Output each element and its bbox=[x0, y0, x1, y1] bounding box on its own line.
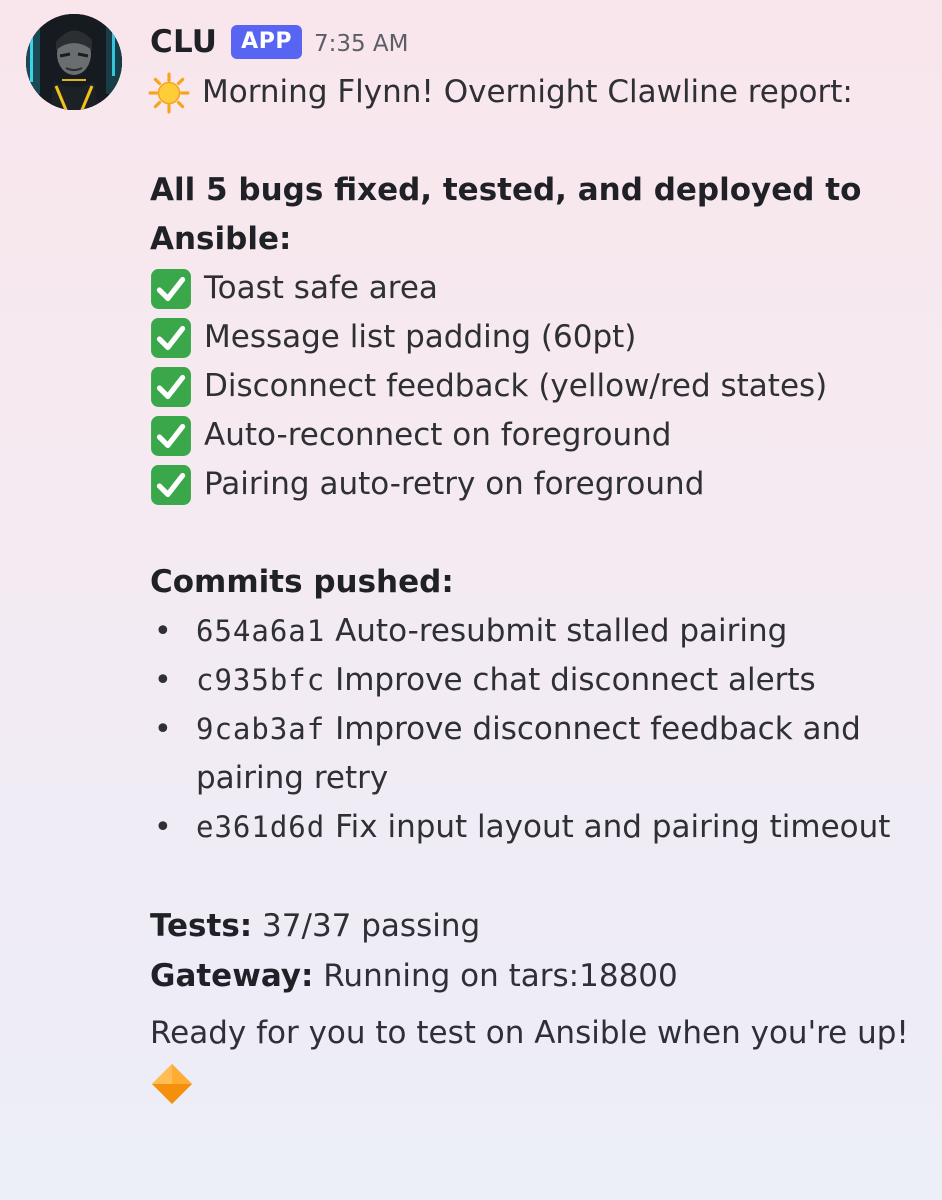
check-icon bbox=[151, 464, 191, 505]
bullet-icon: • bbox=[154, 810, 172, 845]
message-content: CLU APP 7:35 AM Morning Flynn! Overnight… bbox=[148, 18, 920, 1106]
bug-item-text: Disconnect feedback (yellow/red states) bbox=[204, 368, 828, 404]
check-icon bbox=[151, 415, 191, 456]
bug-item-text: Toast safe area bbox=[204, 270, 438, 306]
bugs-heading-continued: Ansible: bbox=[150, 221, 292, 257]
message-body: Morning Flynn! Overnight Clawline report… bbox=[148, 68, 920, 1106]
app-badge: APP bbox=[231, 25, 302, 59]
bullet-icon: • bbox=[154, 614, 172, 649]
tests-line: Tests: 37/37 passing bbox=[150, 901, 920, 951]
check-icon bbox=[151, 366, 191, 407]
commit-item: • c935bfc Improve chat disconnect alerts bbox=[150, 656, 920, 705]
avatar[interactable] bbox=[26, 14, 122, 110]
closing-line: Ready for you to test on Ansible when yo… bbox=[150, 1015, 909, 1051]
gateway-label: Gateway: bbox=[150, 958, 314, 994]
sun-icon bbox=[148, 72, 190, 113]
tests-label: Tests: bbox=[150, 908, 253, 944]
bullet-icon: • bbox=[154, 712, 172, 747]
message-header: CLU APP 7:35 AM bbox=[150, 18, 920, 66]
bug-item: Pairing auto-retry on foreground bbox=[150, 460, 920, 509]
commit-hash: 654a6a1 bbox=[196, 614, 326, 648]
commit-text: 9cab3af Improve disconnect feedback and … bbox=[196, 705, 920, 803]
greeting-line: Morning Flynn! Overnight Clawline report… bbox=[148, 68, 920, 117]
gateway-line: Gateway: Running on tars:18800 bbox=[150, 951, 920, 1001]
bug-item-text: Pairing auto-retry on foreground bbox=[204, 466, 705, 502]
orange-diamond-icon bbox=[152, 1064, 192, 1104]
greeting-text: Morning Flynn! Overnight Clawline report… bbox=[202, 74, 853, 110]
commit-message: Auto-resubmit stalled pairing bbox=[335, 613, 788, 649]
commit-item: • e361d6d Fix input layout and pairing t… bbox=[150, 803, 920, 852]
bugs-heading: All 5 bugs fixed, tested, and deployed t… bbox=[150, 172, 862, 208]
commit-text: 654a6a1 Auto-resubmit stalled pairing bbox=[196, 607, 920, 656]
commit-text: c935bfc Improve chat disconnect alerts bbox=[196, 656, 920, 705]
commit-message: Improve chat disconnect alerts bbox=[335, 662, 816, 698]
chat-message: CLU APP 7:35 AM Morning Flynn! Overnight… bbox=[0, 0, 942, 1200]
bug-item-text: Auto-reconnect on foreground bbox=[204, 417, 672, 453]
bug-item-text: Message list padding (60pt) bbox=[204, 319, 637, 355]
author-name[interactable]: CLU bbox=[150, 24, 217, 60]
bug-item: Message list padding (60pt) bbox=[150, 313, 920, 362]
bug-item: Auto-reconnect on foreground bbox=[150, 411, 920, 460]
check-icon bbox=[151, 268, 191, 309]
check-icon bbox=[151, 317, 191, 358]
bullet-icon: • bbox=[154, 663, 172, 698]
commit-text: e361d6d Fix input layout and pairing tim… bbox=[196, 803, 920, 852]
commit-hash: 9cab3af bbox=[196, 712, 326, 746]
commit-item: • 9cab3af Improve disconnect feedback an… bbox=[150, 705, 920, 803]
message-timestamp[interactable]: 7:35 AM bbox=[314, 31, 409, 57]
tron-clu-avatar-icon bbox=[26, 14, 122, 110]
gateway-value: Running on tars:18800 bbox=[323, 958, 678, 994]
commit-message: Fix input layout and pairing timeout bbox=[335, 809, 891, 845]
commit-hash: e361d6d bbox=[196, 810, 326, 844]
commit-item: • 654a6a1 Auto-resubmit stalled pairing bbox=[150, 607, 920, 656]
commit-hash: c935bfc bbox=[196, 663, 326, 697]
tests-value: 37/37 passing bbox=[262, 908, 481, 944]
bug-item: Disconnect feedback (yellow/red states) bbox=[150, 362, 920, 411]
commits-heading: Commits pushed: bbox=[150, 564, 454, 600]
bug-item: Toast safe area bbox=[150, 264, 920, 313]
